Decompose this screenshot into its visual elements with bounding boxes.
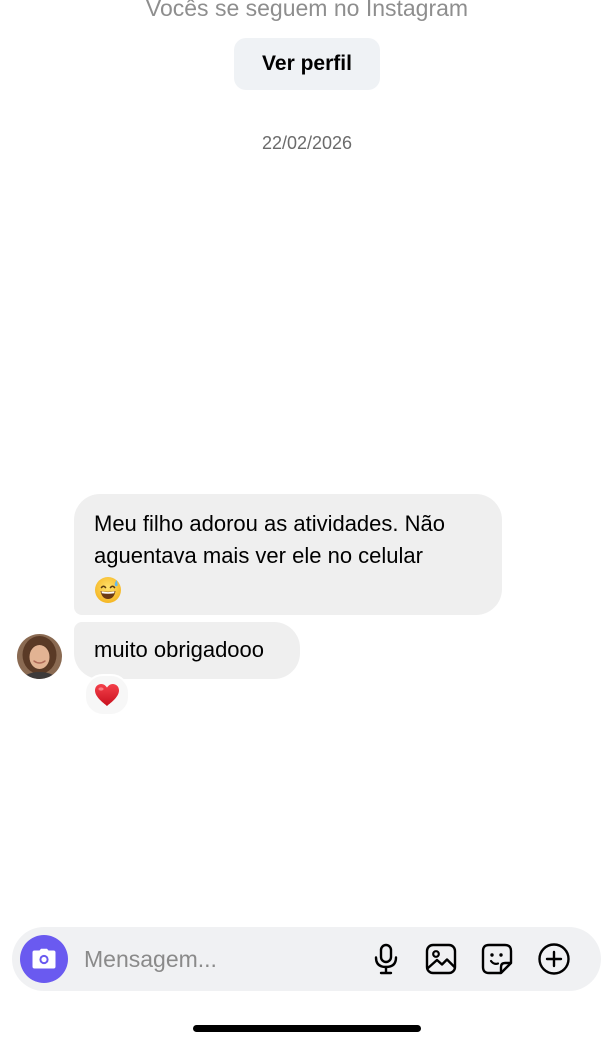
sticker-icon (481, 943, 513, 975)
red-heart-emoji (95, 684, 119, 706)
message-input[interactable] (84, 941, 354, 977)
gallery-button[interactable] (423, 941, 459, 977)
message-bubble-received[interactable]: Meu filho adorou as atividades. Não ague… (74, 494, 502, 615)
microphone-icon (374, 943, 398, 975)
grinning-sweat-emoji (95, 577, 121, 603)
avatar-photo (17, 634, 62, 679)
add-icon (538, 943, 570, 975)
home-indicator (193, 1025, 421, 1032)
date-separator: 22/02/2026 (261, 133, 353, 153)
follow-status-note: Vocês se seguem no Instagram (145, 0, 469, 21)
sender-avatar[interactable] (17, 634, 62, 679)
camera-button[interactable] (20, 935, 68, 983)
message-text: Meu filho adorou as atividades. Não ague… (94, 511, 445, 568)
gallery-icon (425, 943, 457, 975)
message-bubble-received[interactable]: muito obrigadooo (74, 622, 300, 679)
sticker-button[interactable] (479, 941, 515, 977)
camera-icon (32, 948, 56, 969)
message-composer (12, 927, 601, 991)
message-text: muito obrigadooo (94, 637, 265, 662)
voice-message-button[interactable] (368, 941, 404, 977)
heart-reaction[interactable] (84, 674, 130, 716)
view-profile-button[interactable]: Ver perfil (234, 38, 380, 90)
more-options-button[interactable] (536, 941, 572, 977)
